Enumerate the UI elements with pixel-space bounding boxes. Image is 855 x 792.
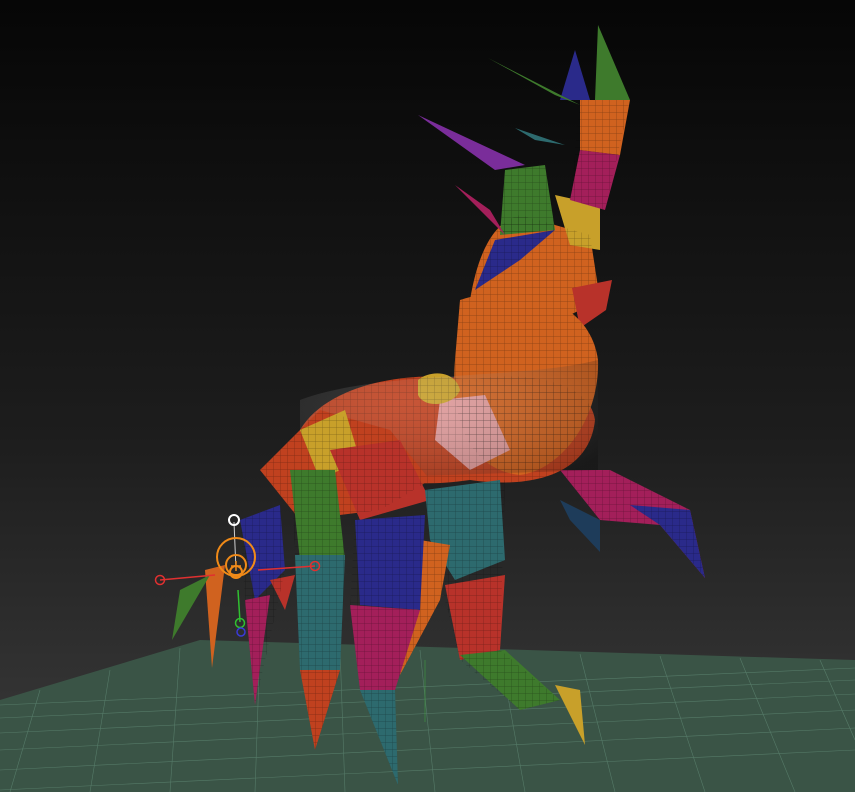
3d-viewport[interactable] (0, 0, 855, 792)
floor-grid (0, 640, 855, 792)
viewport-canvas[interactable] (0, 0, 855, 792)
